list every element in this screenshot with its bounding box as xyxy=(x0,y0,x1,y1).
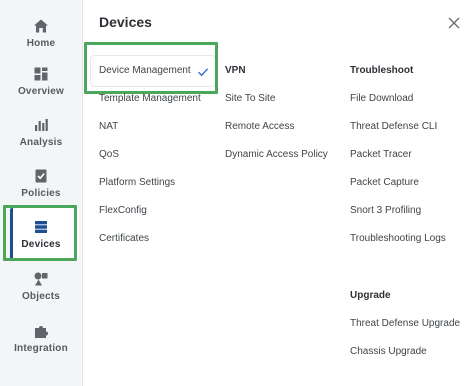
menu-item-troubleshooting-logs[interactable]: Troubleshooting Logs xyxy=(350,233,446,244)
menu-item-file-download[interactable]: File Download xyxy=(350,93,413,104)
upgrade-heading: Upgrade xyxy=(350,290,391,301)
menu-item-packet-capture[interactable]: Packet Capture xyxy=(350,177,419,188)
menu-item-remote-access[interactable]: Remote Access xyxy=(225,121,294,132)
shapes-icon xyxy=(33,271,49,287)
panel-title: Devices xyxy=(99,14,152,30)
sidebar-item-home[interactable]: Home xyxy=(0,8,82,58)
sidebar-item-label: Objects xyxy=(21,290,61,302)
menu-item-qos[interactable]: QoS xyxy=(99,149,119,160)
menu-item-chassis-upgrade[interactable]: Chassis Upgrade xyxy=(350,346,427,357)
sidebar-item-overview[interactable]: Overview xyxy=(0,56,82,106)
sidebar-item-policies[interactable]: Policies xyxy=(0,158,82,208)
menu-item-platform-settings[interactable]: Platform Settings xyxy=(99,177,175,188)
menu-item-flexconfig[interactable]: FlexConfig xyxy=(99,205,147,216)
menu-item-packet-tracer[interactable]: Packet Tracer xyxy=(350,149,412,160)
sidebar-item-label: Policies xyxy=(21,187,61,199)
sidebar-item-objects[interactable]: Objects xyxy=(0,261,82,311)
menu-item-threat-defense-cli[interactable]: Threat Defense CLI xyxy=(350,121,437,132)
troubleshoot-heading: Troubleshoot xyxy=(350,65,414,76)
sidebar-item-label: Overview xyxy=(17,85,65,97)
menu-item-site-to-site[interactable]: Site To Site xyxy=(225,93,275,104)
dashboard-icon xyxy=(33,66,49,82)
sidebar-item-label: Home xyxy=(26,37,56,49)
devices-highlight-box xyxy=(3,205,77,261)
vpn-heading: VPN xyxy=(225,65,246,76)
menu-item-threat-defense-upgrade[interactable]: Threat Defense Upgrade xyxy=(350,318,460,329)
menu-item-dynamic-access-policy[interactable]: Dynamic Access Policy xyxy=(225,149,328,160)
sidebar-item-label: Integration xyxy=(14,342,68,354)
policy-checklist-icon xyxy=(33,168,49,184)
sidebar-nav: Home Overview Analysis Policies Devices … xyxy=(0,0,83,386)
close-icon[interactable] xyxy=(445,14,463,32)
menu-item-nat[interactable]: NAT xyxy=(99,121,118,132)
sidebar-item-integration[interactable]: Integration xyxy=(0,313,82,363)
sidebar-item-analysis[interactable]: Analysis xyxy=(0,107,82,157)
home-icon xyxy=(33,18,49,34)
menu-item-certificates[interactable]: Certificates xyxy=(99,233,149,244)
puzzle-icon xyxy=(33,323,49,339)
device-management-highlight-box xyxy=(84,42,218,94)
sidebar-item-label: Analysis xyxy=(19,136,63,148)
bar-chart-icon xyxy=(33,117,49,133)
menu-item-snort-3-profiling[interactable]: Snort 3 Profiling xyxy=(350,205,421,216)
menu-item-template-management[interactable]: Template Management xyxy=(99,93,201,104)
